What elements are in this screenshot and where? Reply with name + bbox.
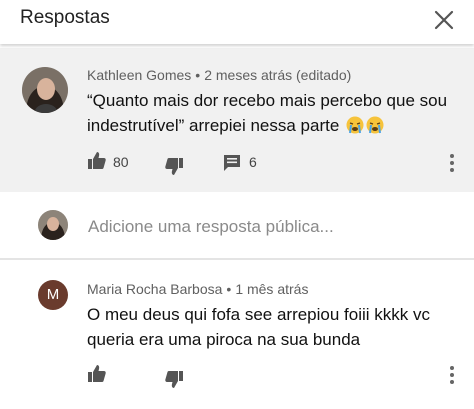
user-avatar <box>38 210 68 240</box>
thumbs-up-icon <box>88 152 106 169</box>
comment-text-line: “Quanto mais dor recebo mais percebo que… <box>87 91 448 110</box>
comment-text: “Quanto mais dor recebo mais percebo que… <box>87 88 457 138</box>
close-icon <box>434 10 454 30</box>
like-button[interactable] <box>87 151 107 176</box>
reply-like-button[interactable] <box>87 364 107 389</box>
crying-face-icon <box>366 116 384 134</box>
close-button[interactable] <box>428 4 460 36</box>
reply-input[interactable] <box>86 212 450 242</box>
reply-time: 1 mês atrás <box>235 281 309 297</box>
reply-text-line: queria era uma piroca na sua bunda <box>87 330 361 349</box>
avatar[interactable] <box>22 67 68 113</box>
like-count: 80 <box>113 154 129 170</box>
comment-meta: Kathleen Gomes • 2 meses atrás (editado) <box>87 67 352 83</box>
header-title: Respostas <box>20 7 110 28</box>
thumbs-down-icon <box>165 158 183 175</box>
comment-text-line: indestrutível” arrepiei nessa parte <box>87 116 340 135</box>
comment-author[interactable]: Kathleen Gomes <box>87 67 191 83</box>
more-options-button[interactable] <box>444 152 460 174</box>
reply-text-line: O meu deus qui fofa see arrepiou foiii k… <box>87 305 430 324</box>
highlighted-comment: Kathleen Gomes • 2 meses atrás (editado) “… <box>0 48 474 192</box>
reply-author[interactable]: Maria Rocha Barbosa <box>87 281 222 297</box>
divider <box>0 258 474 260</box>
reply-input-row <box>0 198 474 258</box>
replies-header: Respostas <box>0 0 474 44</box>
replies-button[interactable] <box>223 154 241 177</box>
thumbs-down-icon <box>165 371 183 388</box>
reply-dislike-button[interactable] <box>164 369 184 394</box>
reply-count: 6 <box>249 154 257 170</box>
reply-text: O meu deus qui fofa see arrepiou foiii k… <box>87 302 457 352</box>
thumbs-up-icon <box>88 365 106 382</box>
dislike-button[interactable] <box>164 156 184 181</box>
more-vert-icon <box>450 366 454 370</box>
comment-time: 2 meses atrás (editado) <box>204 67 352 83</box>
reply-avatar[interactable]: M <box>38 280 68 310</box>
comment-icon <box>224 155 240 171</box>
more-vert-icon <box>450 154 454 158</box>
reply-meta: Maria Rocha Barbosa • 1 mês atrás <box>87 281 309 297</box>
reply-more-options-button[interactable] <box>444 364 460 386</box>
crying-face-icon <box>346 116 364 134</box>
